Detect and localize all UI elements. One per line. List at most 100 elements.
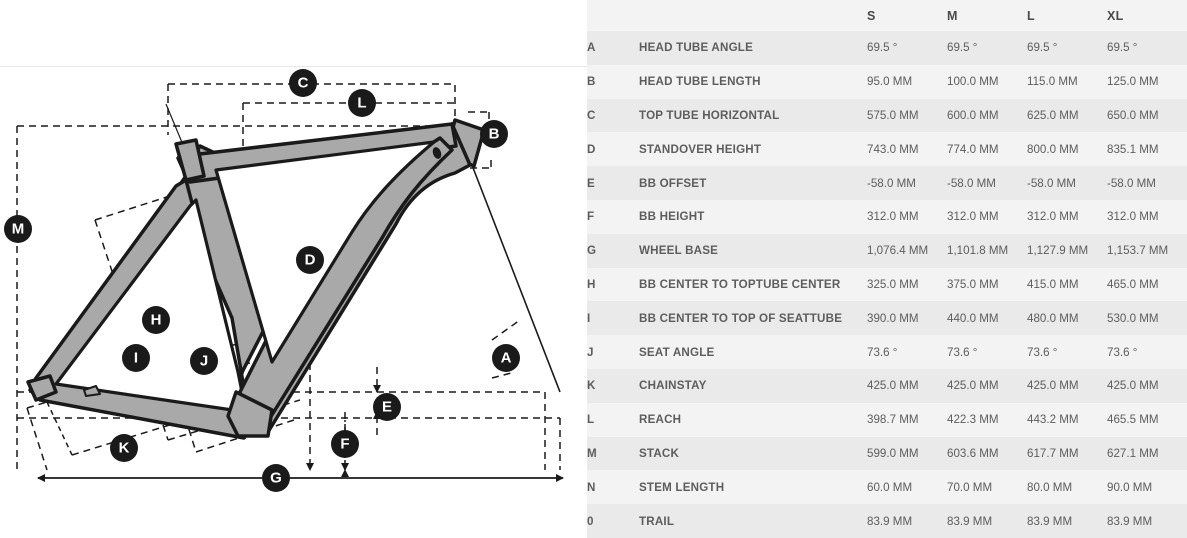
marker-H-label: H	[151, 312, 162, 329]
row-value-l: 312.0 MM	[1027, 199, 1107, 234]
row-value-xl: 1,153.7 MM	[1107, 233, 1187, 268]
row-value-m: 83.9 MM	[947, 504, 1027, 538]
marker-B: B	[480, 120, 508, 148]
row-value-xl: 73.6 °	[1107, 335, 1187, 369]
row-value-s: 398.7 MM	[867, 402, 947, 437]
row-value-l: 443.2 MM	[1027, 402, 1107, 437]
row-name: WHEEL BASE	[639, 233, 867, 268]
row-letter: E	[587, 166, 639, 200]
row-name: BB CENTER TO TOPTUBE CENTER	[639, 267, 867, 302]
row-name: TRAIL	[639, 504, 867, 538]
row-name: BB HEIGHT	[639, 199, 867, 234]
marker-B-label: B	[489, 126, 500, 143]
row-value-s: 83.9 MM	[867, 504, 947, 538]
marker-J-label: J	[200, 353, 208, 370]
header-letter	[587, 0, 639, 31]
header-size-xl: XL	[1107, 0, 1187, 31]
row-value-l: 115.0 MM	[1027, 64, 1107, 99]
frame-diagram-svg: A B C D E F G H I J K L M	[4, 69, 564, 492]
row-value-s: 73.6 °	[867, 335, 947, 369]
row-value-xl: 69.5 °	[1107, 31, 1187, 65]
row-value-l: 80.0 MM	[1027, 470, 1107, 505]
row-value-m: 1,101.8 MM	[947, 233, 1027, 268]
row-value-m: 422.3 MM	[947, 402, 1027, 437]
row-value-s: 599.0 MM	[867, 436, 947, 471]
row-value-m: 100.0 MM	[947, 64, 1027, 99]
table-row: G WHEEL BASE 1,076.4 MM 1,101.8 MM 1,127…	[587, 233, 1187, 268]
row-letter: K	[587, 368, 639, 403]
row-name: SEAT ANGLE	[639, 335, 867, 369]
row-letter: B	[587, 64, 639, 99]
row-letter: L	[587, 402, 639, 437]
row-value-xl: -58.0 MM	[1107, 166, 1187, 200]
marker-L: L	[348, 89, 376, 117]
row-name: TOP TUBE HORIZONTAL	[639, 98, 867, 133]
row-value-xl: 465.0 MM	[1107, 267, 1187, 302]
row-name: HEAD TUBE ANGLE	[639, 31, 867, 65]
row-value-m: 600.0 MM	[947, 98, 1027, 133]
row-value-s: 575.0 MM	[867, 98, 947, 133]
row-name: CHAINSTAY	[639, 368, 867, 403]
header-size-m: M	[947, 0, 1027, 31]
row-name: STEM LENGTH	[639, 470, 867, 505]
row-value-s: -58.0 MM	[867, 166, 947, 200]
row-name: STACK	[639, 436, 867, 471]
row-value-l: 73.6 °	[1027, 335, 1107, 369]
row-value-l: 83.9 MM	[1027, 504, 1107, 538]
marker-D: D	[296, 246, 324, 274]
marker-D-label: D	[305, 252, 316, 269]
row-value-l: 625.0 MM	[1027, 98, 1107, 133]
row-value-m: 425.0 MM	[947, 368, 1027, 403]
marker-I-label: I	[134, 350, 138, 367]
row-value-m: 774.0 MM	[947, 132, 1027, 167]
marker-H: H	[142, 306, 170, 334]
row-value-m: -58.0 MM	[947, 166, 1027, 200]
geometry-table: S M L XL A HEAD TUBE ANGLE 69.5 ° 69.5 °…	[587, 0, 1187, 538]
marker-M: M	[4, 215, 32, 243]
marker-K: K	[110, 434, 138, 462]
table-row: D STANDOVER HEIGHT 743.0 MM 774.0 MM 800…	[587, 132, 1187, 167]
frame-shape	[26, 118, 486, 440]
table-row: B HEAD TUBE LENGTH 95.0 MM 100.0 MM 115.…	[587, 64, 1187, 99]
table-row: C TOP TUBE HORIZONTAL 575.0 MM 600.0 MM …	[587, 98, 1187, 133]
row-letter: N	[587, 470, 639, 505]
row-value-xl: 835.1 MM	[1107, 132, 1187, 167]
table-row: I BB CENTER TO TOP OF SEATTUBE 390.0 MM …	[587, 301, 1187, 336]
marker-F: F	[331, 430, 359, 458]
table-row: F BB HEIGHT 312.0 MM 312.0 MM 312.0 MM 3…	[587, 199, 1187, 234]
row-name: BB CENTER TO TOP OF SEATTUBE	[639, 301, 867, 336]
marker-K-label: K	[119, 440, 130, 457]
row-value-xl: 312.0 MM	[1107, 199, 1187, 234]
table-row: E BB OFFSET -58.0 MM -58.0 MM -58.0 MM -…	[587, 166, 1187, 200]
row-value-l: 425.0 MM	[1027, 368, 1107, 403]
row-letter: I	[587, 301, 639, 336]
row-value-s: 95.0 MM	[867, 64, 947, 99]
marker-E-label: E	[382, 399, 392, 416]
row-value-l: 415.0 MM	[1027, 267, 1107, 302]
marker-C-label: C	[298, 75, 309, 92]
row-value-s: 60.0 MM	[867, 470, 947, 505]
row-value-s: 390.0 MM	[867, 301, 947, 336]
marker-J: J	[190, 347, 218, 375]
row-value-l: 69.5 °	[1027, 31, 1107, 65]
row-letter: G	[587, 233, 639, 268]
marker-L-label: L	[357, 95, 366, 112]
geometry-page: A B C D E F G H I J K L M S M L XL A HEA…	[0, 0, 1187, 538]
row-value-xl: 425.0 MM	[1107, 368, 1187, 403]
row-value-xl: 627.1 MM	[1107, 436, 1187, 471]
row-value-m: 603.6 MM	[947, 436, 1027, 471]
marker-G-label: G	[270, 470, 282, 487]
row-letter: C	[587, 98, 639, 133]
row-value-l: 480.0 MM	[1027, 301, 1107, 336]
marker-A: A	[492, 344, 520, 372]
row-value-xl: 650.0 MM	[1107, 98, 1187, 133]
row-letter: M	[587, 436, 639, 471]
row-letter: F	[587, 199, 639, 234]
header-size-s: S	[867, 0, 947, 31]
table-row: H BB CENTER TO TOPTUBE CENTER 325.0 MM 3…	[587, 267, 1187, 302]
table-row: M STACK 599.0 MM 603.6 MM 617.7 MM 627.1…	[587, 436, 1187, 471]
table-row: A HEAD TUBE ANGLE 69.5 ° 69.5 ° 69.5 ° 6…	[587, 31, 1187, 65]
geometry-table-pane: S M L XL A HEAD TUBE ANGLE 69.5 ° 69.5 °…	[587, 0, 1187, 538]
table-row: K CHAINSTAY 425.0 MM 425.0 MM 425.0 MM 4…	[587, 368, 1187, 403]
header-measurement	[639, 0, 867, 31]
